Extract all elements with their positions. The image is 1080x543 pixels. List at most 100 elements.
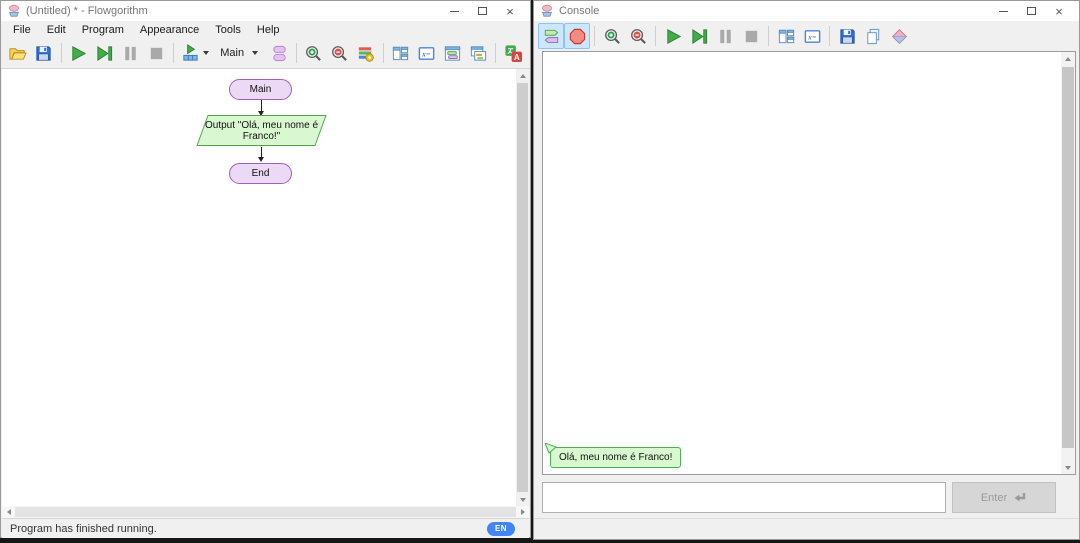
app-icon bbox=[540, 4, 554, 18]
variable-watch-button[interactable]: x= bbox=[413, 40, 439, 66]
window-title: Console bbox=[559, 5, 599, 17]
flowchart-main-node[interactable]: Main bbox=[229, 79, 292, 100]
minimize-icon[interactable] bbox=[989, 2, 1017, 20]
status-bar: Program has finished running. EN bbox=[2, 518, 529, 538]
menubar: File Edit Program Appearance Tools Help bbox=[1, 21, 530, 38]
flowchart-output-node[interactable]: Output "Olá, meu nome é Franco!" bbox=[194, 115, 329, 146]
scrollbar-thumb[interactable] bbox=[15, 507, 516, 517]
panels-icon bbox=[391, 44, 410, 63]
appearance-button[interactable] bbox=[353, 40, 379, 66]
pause-button bbox=[712, 23, 738, 49]
close-icon[interactable]: × bbox=[1045, 2, 1073, 20]
console-window: Console × bbox=[533, 0, 1080, 540]
horizontal-scrollbar[interactable] bbox=[2, 506, 529, 518]
minimize-icon[interactable] bbox=[440, 2, 468, 20]
maximize-icon[interactable] bbox=[1017, 2, 1045, 20]
toolbar-separator bbox=[61, 43, 62, 63]
show-output-toggle[interactable] bbox=[538, 23, 564, 49]
menu-appearance[interactable]: Appearance bbox=[132, 22, 207, 38]
run-to-icon bbox=[181, 44, 200, 63]
variable-watch-icon: x= bbox=[417, 44, 436, 63]
eraser-icon bbox=[890, 27, 909, 46]
pause-icon bbox=[121, 44, 140, 63]
arrowhead-icon bbox=[258, 157, 264, 162]
function-selector[interactable]: Main bbox=[212, 41, 266, 65]
menu-tools[interactable]: Tools bbox=[207, 22, 249, 38]
speech-bubbles-icon bbox=[542, 27, 561, 46]
zoom-in-icon bbox=[603, 27, 622, 46]
titlebar[interactable]: (Untitled) * - Flowgorithm × bbox=[1, 1, 530, 21]
layout-button[interactable] bbox=[773, 23, 799, 49]
console-toolbar: x= bbox=[534, 21, 1079, 51]
step-button[interactable] bbox=[686, 23, 712, 49]
pause-button bbox=[118, 40, 144, 66]
run-button[interactable] bbox=[660, 23, 686, 49]
menu-file[interactable]: File bbox=[5, 22, 39, 38]
scroll-down-icon[interactable] bbox=[1061, 461, 1075, 474]
flowchart-canvas[interactable]: Main Output "Olá, meu nome é Franco!" En… bbox=[2, 69, 529, 506]
windows-icon bbox=[469, 44, 488, 63]
run-options-button[interactable] bbox=[178, 40, 212, 66]
zoom-out-button[interactable] bbox=[625, 23, 651, 49]
maximize-icon[interactable] bbox=[468, 2, 496, 20]
main-toolbar: Main x= A bbox=[1, 38, 530, 69]
scroll-down-icon[interactable] bbox=[516, 493, 529, 506]
console-footer bbox=[534, 518, 1079, 539]
variable-watch-button[interactable]: x= bbox=[799, 23, 825, 49]
show-stop-toggle[interactable] bbox=[564, 23, 590, 49]
vertical-scrollbar[interactable] bbox=[516, 69, 529, 506]
save-button[interactable] bbox=[834, 23, 860, 49]
run-icon bbox=[664, 27, 683, 46]
zoom-in-button[interactable] bbox=[599, 23, 625, 49]
open-folder-icon bbox=[8, 44, 27, 63]
stop-sign-icon bbox=[568, 27, 587, 46]
menu-edit[interactable]: Edit bbox=[39, 22, 74, 38]
window-title: (Untitled) * - Flowgorithm bbox=[26, 5, 148, 17]
enter-arrow-icon bbox=[1013, 492, 1027, 504]
run-icon bbox=[69, 44, 88, 63]
scroll-up-icon[interactable] bbox=[516, 69, 529, 82]
toolbar-separator bbox=[594, 26, 595, 46]
save-button[interactable] bbox=[31, 40, 57, 66]
run-button[interactable] bbox=[66, 40, 92, 66]
language-badge[interactable]: EN bbox=[487, 522, 515, 536]
console-window-icon bbox=[443, 44, 462, 63]
clear-button[interactable] bbox=[886, 23, 912, 49]
svg-text:x=: x= bbox=[421, 49, 431, 58]
enter-button[interactable]: Enter bbox=[952, 482, 1056, 513]
translate-button[interactable]: A bbox=[500, 40, 526, 66]
step-button[interactable] bbox=[92, 40, 118, 66]
stop-button bbox=[738, 23, 764, 49]
open-button[interactable] bbox=[5, 40, 31, 66]
close-icon[interactable]: × bbox=[496, 2, 524, 20]
console-output-area[interactable]: Olá, meu nome é Franco! bbox=[542, 51, 1076, 475]
scroll-right-icon[interactable] bbox=[516, 506, 529, 518]
vertical-scrollbar[interactable] bbox=[1061, 52, 1075, 474]
functions-button[interactable] bbox=[266, 40, 292, 66]
zoom-out-button[interactable] bbox=[327, 40, 353, 66]
copy-button[interactable] bbox=[860, 23, 886, 49]
stop-icon bbox=[147, 44, 166, 63]
scroll-left-icon[interactable] bbox=[2, 506, 15, 518]
windows-button[interactable] bbox=[465, 40, 491, 66]
console-window-button[interactable] bbox=[439, 40, 465, 66]
scrollbar-thumb[interactable] bbox=[1062, 67, 1074, 448]
chevron-down-icon bbox=[252, 51, 258, 55]
zoom-out-icon bbox=[629, 27, 648, 46]
flowgorithm-window: (Untitled) * - Flowgorithm × File Edit P… bbox=[0, 0, 531, 538]
menu-program[interactable]: Program bbox=[74, 22, 132, 38]
flowchart-end-node[interactable]: End bbox=[229, 163, 292, 184]
console-input[interactable] bbox=[542, 482, 946, 513]
pause-icon bbox=[716, 27, 735, 46]
toolbar-separator bbox=[495, 43, 496, 63]
titlebar[interactable]: Console × bbox=[534, 1, 1079, 21]
copy-icon bbox=[864, 27, 883, 46]
menu-help[interactable]: Help bbox=[249, 22, 288, 38]
layout-button[interactable] bbox=[388, 40, 414, 66]
toolbar-separator bbox=[655, 26, 656, 46]
scroll-up-icon[interactable] bbox=[1061, 52, 1075, 65]
zoom-in-button[interactable] bbox=[301, 40, 327, 66]
scrollbar-thumb[interactable] bbox=[517, 83, 528, 492]
app-icon bbox=[7, 4, 21, 18]
save-icon bbox=[34, 44, 53, 63]
